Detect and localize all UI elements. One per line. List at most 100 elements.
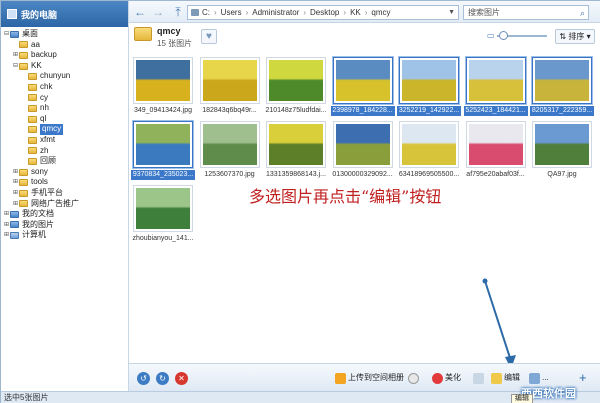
thumbnail-item[interactable]: zhoubianyou_141... [131,185,195,247]
path-segment[interactable]: Administrator [252,8,299,17]
thumbnail-frame [465,57,526,104]
path-segment[interactable]: KK [350,8,361,17]
search-icon[interactable]: ⌕ [580,7,585,20]
folder-icon [28,157,37,165]
thumbnail-frame [266,121,326,168]
tree-item-label: xfmt [40,134,56,144]
tree-item-label: 我的文档 [22,209,54,219]
heart-icon[interactable]: ♥ [201,29,217,44]
tree-item[interactable]: ⊞ 我的文档 [1,209,128,220]
thumbnail-item[interactable]: 63418969505500... [397,121,461,183]
thumbnail-image [136,60,190,101]
tree-item[interactable]: ⊞ tools [1,177,128,188]
tree-item[interactable]: chk [1,82,128,93]
thumbnail-item[interactable]: 8205317_222359... [530,57,594,119]
path-segment[interactable]: C: [202,8,210,17]
rotate-right-icon[interactable]: ↻ [156,372,169,385]
tree-item[interactable]: ⊞ sony [1,167,128,178]
more-tools-button[interactable]: ... [529,371,549,385]
zoom-slider[interactable] [497,31,547,40]
upload-album-button[interactable]: 上传到空间相册 [335,371,404,385]
tree-item[interactable]: ⊞ 计算机 [1,230,128,241]
collapse-icon[interactable]: ⊟ [3,29,10,40]
sort-button[interactable]: ⇅ 排序 ▾ [555,29,595,44]
folder-icon [28,73,37,81]
expand-icon[interactable]: ⊞ [3,230,10,241]
folder-icon [19,168,28,176]
path-segment[interactable]: Desktop [310,8,339,17]
tree-item-label: KK [31,60,42,70]
adjust-icon[interactable] [473,371,486,385]
thumbnail-item[interactable]: 9370834_235023... [131,121,195,183]
thumbnail-item[interactable]: 1331359868143.j... [264,121,328,183]
folder-icon [28,83,37,91]
thumbnail-item[interactable]: 349_09413424.jpg [131,57,195,119]
tree-item-label: 回顾 [40,156,56,166]
thumbnail-image [202,124,257,165]
expand-icon[interactable]: ⊞ [12,199,19,210]
tree-item[interactable]: ⊞ 网络广告推广 [1,199,128,210]
forward-arrow-icon[interactable]: → [151,5,165,19]
edit-button[interactable]: 编辑 [491,371,520,385]
tree-item-label: tools [31,177,48,187]
thumbnail-item[interactable]: 2398978_184228... [330,57,395,119]
folder-icon [10,30,19,38]
expand-icon[interactable]: ⊞ [12,167,19,178]
thumbnail-frame [399,121,459,168]
folder-icon [28,94,37,102]
tree-item-label: nh [40,103,49,113]
chevron-down-icon[interactable]: ▼ [448,9,455,16]
back-arrow-icon[interactable]: ← [133,5,147,19]
expand-icon[interactable]: ⊞ [3,220,10,231]
tree-item[interactable]: aa [1,40,128,51]
tree-item[interactable]: zh [1,146,128,157]
zoom-slider-knob[interactable] [499,31,508,40]
thumbnail-item[interactable]: 210148z75ludfdai... [264,57,328,119]
tree-item[interactable]: qmcy [1,124,128,135]
folder-icon [134,27,152,41]
thumbnail-image [535,60,589,101]
thumbnail-item[interactable]: 3252219_142922... [397,57,461,119]
tree-item[interactable]: chunyun [1,71,128,82]
thumbnail-grid: 349_09413424.jpg 182843q6bq49r... 210148z7… [129,53,600,363]
thumbnail-image [335,124,390,165]
tree-item[interactable]: xfmt [1,135,128,146]
selection-status: 选中5张图片 [4,393,49,402]
tree-item[interactable]: ⊟ KK [1,61,128,72]
tree-item[interactable]: nh [1,103,128,114]
search-input[interactable]: 搜索图片 ⌕ [463,5,589,20]
collapse-icon[interactable]: ⊟ [12,61,19,72]
beautify-button[interactable]: 美化 [432,371,461,385]
tree-item[interactable]: ⊞ backup [1,50,128,61]
delete-icon[interactable]: ✕ [175,372,188,385]
expand-icon[interactable]: ⊞ [12,50,19,61]
weibo-icon[interactable] [408,371,421,385]
tree-item[interactable]: ⊞ 手机平台 [1,188,128,199]
up-folder-icon[interactable]: ⤒ [171,5,185,19]
thumbnail-item[interactable]: QA97.jpg [530,121,594,183]
thumbnail-frame [332,57,393,104]
address-bar[interactable]: C: › Users › Administrator › Desktop › KK › qmcy ▼ [187,5,459,20]
expand-icon[interactable]: ⊞ [12,188,19,199]
expand-icon[interactable]: ⊞ [3,209,10,220]
folder-icon [19,200,28,208]
my-computer-header[interactable]: 我的电脑 [1,1,128,27]
tree-item[interactable]: ⊟ 桌面 [1,29,128,40]
thumbnail-item[interactable]: 01300000329092... [331,121,395,183]
tree-item[interactable]: ql [1,114,128,125]
tree-item-label: 我的图片 [22,219,54,229]
thumbnail-caption: 5252423_184421... [463,106,528,116]
tree-item[interactable]: 回顾 [1,156,128,167]
path-segment[interactable]: Users [221,8,242,17]
beautify-label: 美化 [445,373,461,382]
thumbnail-item[interactable]: 1253607370.jpg [198,121,262,183]
path-segment[interactable]: qmcy [371,8,390,17]
tree-item[interactable]: cy [1,93,128,104]
thumbnail-item[interactable]: 182843q6bq49r... [198,57,262,119]
thumbnail-item[interactable]: 5252423_184421... [463,57,528,119]
thumbnail-item[interactable]: af795e20abaf03f... [464,121,528,183]
rotate-left-icon[interactable]: ↺ [137,372,150,385]
expand-icon[interactable]: ⊞ [12,177,19,188]
tree-item[interactable]: ⊞ 我的图片 [1,220,128,231]
add-icon[interactable]: + [579,371,587,385]
